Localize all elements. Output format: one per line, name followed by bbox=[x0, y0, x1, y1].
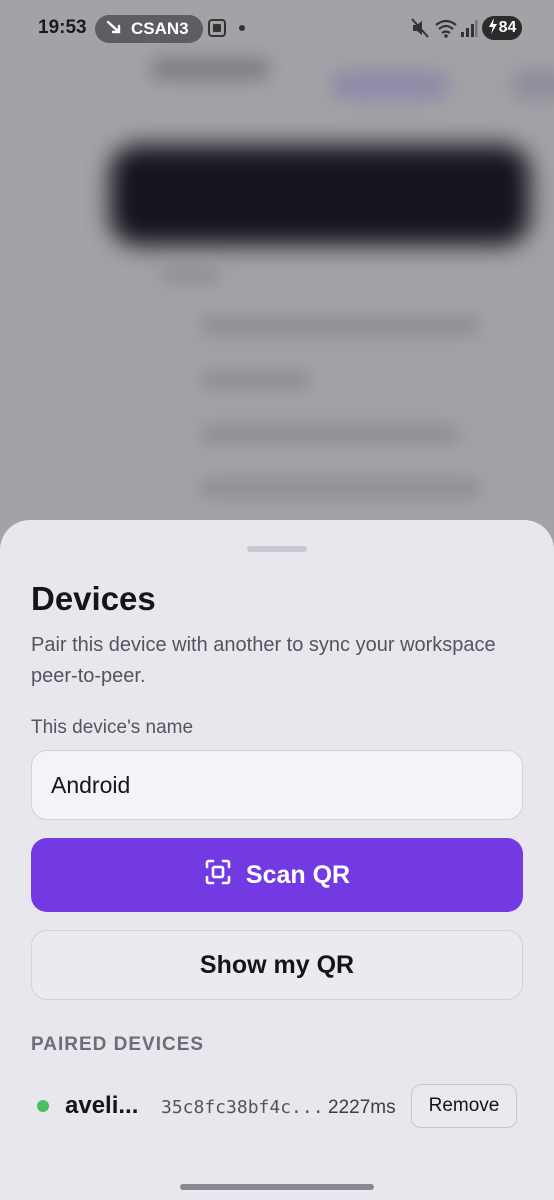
mute-icon bbox=[410, 17, 430, 44]
blurred-pill bbox=[510, 70, 554, 100]
notification-dot bbox=[239, 25, 245, 31]
wifi-icon bbox=[434, 17, 458, 44]
devices-bottom-sheet: Devices Pair this device with another to… bbox=[0, 520, 554, 1200]
sheet-description: Pair this device with another to sync yo… bbox=[31, 634, 496, 687]
carrier-label: CSAN3 bbox=[131, 19, 189, 38]
blurred-line bbox=[200, 318, 480, 334]
scan-qr-button[interactable]: Scan QR bbox=[31, 838, 523, 912]
device-name-label: This device's name bbox=[31, 717, 194, 738]
paired-devices-header: PAIRED DEVICES bbox=[31, 1034, 205, 1055]
battery-indicator: 84 bbox=[482, 16, 522, 40]
online-status-dot bbox=[37, 1100, 49, 1112]
blurred-line bbox=[200, 426, 460, 442]
sheet-title: Devices bbox=[31, 580, 156, 617]
qr-scan-icon bbox=[204, 858, 232, 893]
scan-qr-label: Scan QR bbox=[245, 860, 351, 889]
blurred-line bbox=[200, 372, 310, 388]
remove-device-button[interactable]: Remove bbox=[411, 1084, 517, 1128]
trend-down-icon bbox=[105, 18, 123, 41]
signal-icon bbox=[460, 17, 478, 44]
charging-icon bbox=[488, 17, 498, 39]
paired-device-latency: 2227ms bbox=[328, 1097, 396, 1118]
show-my-qr-button[interactable]: Show my QR bbox=[31, 930, 523, 1000]
status-bar: 19:53 CSAN3 84 bbox=[0, 0, 554, 56]
status-time: 19:53 bbox=[38, 17, 87, 38]
device-name-input[interactable] bbox=[31, 750, 523, 820]
paired-device-id: 35c8fc38bf4c... bbox=[161, 1097, 324, 1118]
screenshot-icon bbox=[206, 17, 228, 44]
home-indicator[interactable] bbox=[180, 1184, 374, 1190]
carrier-pill[interactable]: CSAN3 bbox=[95, 15, 203, 43]
paired-device-row: aveli... 35c8fc38bf4c... 2227ms Remove bbox=[31, 1082, 523, 1130]
blurred-card bbox=[110, 145, 530, 245]
blurred-header bbox=[150, 58, 270, 80]
battery-level: 84 bbox=[498, 19, 517, 36]
blurred-line bbox=[200, 480, 480, 496]
paired-device-name: aveli... bbox=[65, 1092, 139, 1119]
blurred-line bbox=[160, 268, 220, 282]
blurred-pill bbox=[330, 70, 450, 100]
sheet-drag-handle[interactable] bbox=[247, 546, 307, 552]
